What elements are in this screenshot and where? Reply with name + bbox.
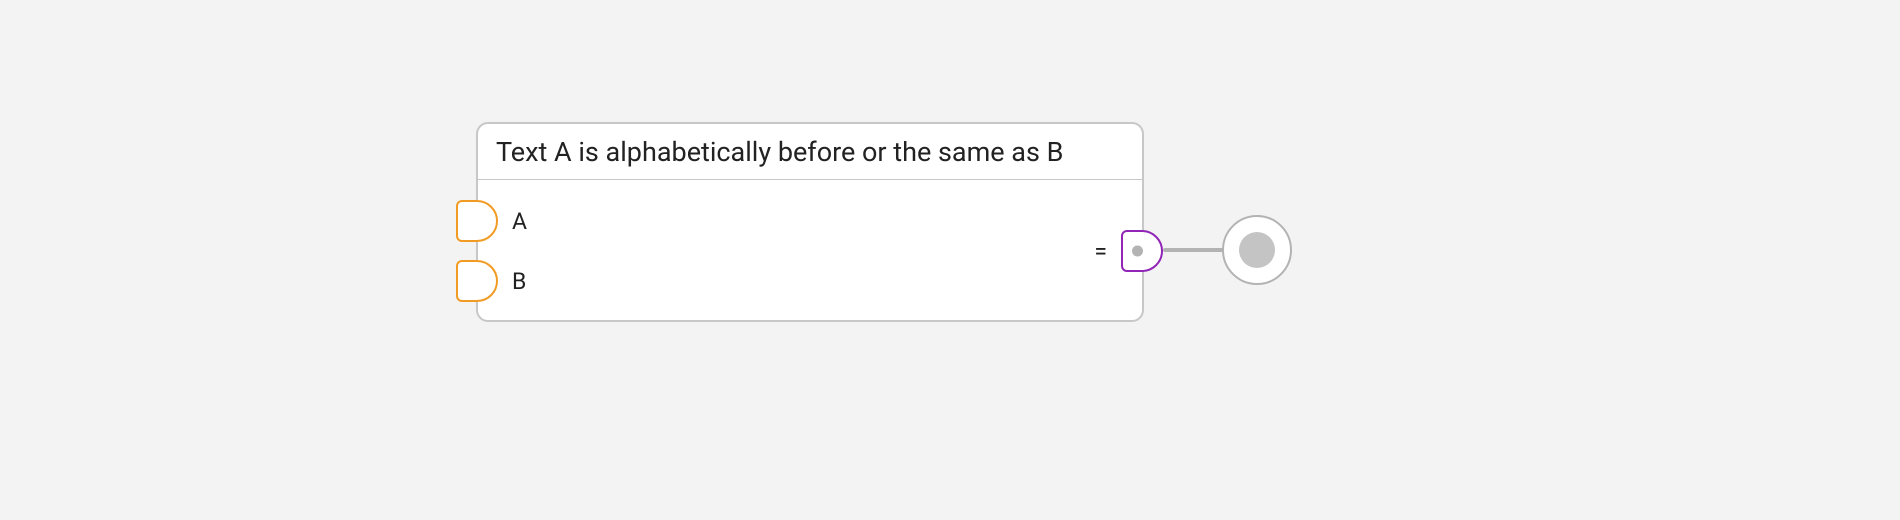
input-port-a[interactable]: A — [456, 200, 527, 242]
port-label: B — [512, 268, 526, 295]
port-label: = — [1094, 238, 1107, 265]
node-body: A B = — [478, 180, 1142, 320]
input-port-b[interactable]: B — [456, 260, 526, 302]
output-port[interactable]: = — [1094, 230, 1163, 272]
comparison-node[interactable]: Text A is alphabetically before or the s… — [476, 122, 1144, 322]
port-label: A — [512, 208, 527, 235]
connection-wire — [1163, 248, 1225, 252]
port-socket-icon — [456, 260, 498, 302]
port-socket-icon — [1121, 230, 1163, 272]
diagram-canvas[interactable]: Text A is alphabetically before or the s… — [0, 0, 1900, 520]
port-socket-icon — [456, 200, 498, 242]
node-title: Text A is alphabetically before or the s… — [478, 124, 1142, 180]
output-terminal[interactable] — [1222, 215, 1292, 285]
